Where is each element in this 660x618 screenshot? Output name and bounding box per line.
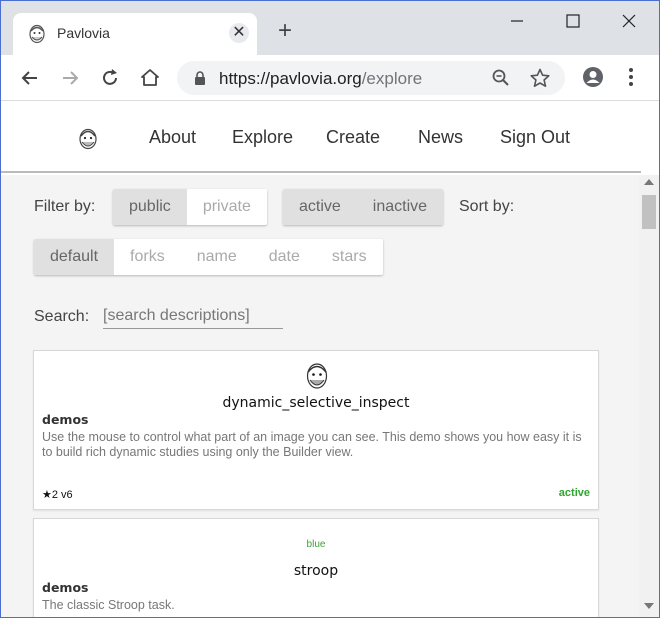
project-group: demos: [42, 580, 89, 595]
status-filter-group: active inactive: [283, 189, 444, 225]
project-group: demos: [42, 412, 89, 427]
back-icon[interactable]: [19, 67, 41, 89]
lock-icon[interactable]: [193, 70, 207, 86]
close-tab-icon[interactable]: ✕: [229, 23, 249, 43]
filter-public-button[interactable]: public: [113, 189, 187, 225]
maximize-icon[interactable]: [561, 9, 585, 33]
zoom-out-icon[interactable]: [491, 68, 511, 88]
forward-icon[interactable]: [59, 67, 81, 89]
search-label: Search:: [34, 308, 90, 325]
pavlovia-logo-icon[interactable]: [77, 127, 99, 151]
scroll-down-arrow-icon[interactable]: [644, 603, 654, 609]
address-bar[interactable]: https://pavlovia.org/explore: [177, 61, 565, 95]
project-description: Use the mouse to control what part of an…: [42, 430, 582, 459]
filter-active-button[interactable]: active: [283, 189, 357, 225]
account-icon[interactable]: [581, 65, 605, 89]
sort-forks-button[interactable]: forks: [114, 239, 181, 275]
sort-name-button[interactable]: name: [180, 239, 253, 275]
browser-toolbar: https://pavlovia.org/explore: [1, 55, 659, 101]
nav-sign-out[interactable]: Sign Out: [500, 127, 570, 148]
url-path: /explore: [361, 69, 423, 88]
search-input[interactable]: [103, 303, 283, 329]
project-description: The classic Stroop task.: [42, 598, 175, 612]
nav-explore[interactable]: Explore: [232, 127, 293, 148]
project-title[interactable]: dynamic_selective_inspect: [34, 395, 598, 411]
new-tab-icon[interactable]: +: [273, 19, 297, 43]
menu-dots-icon[interactable]: [621, 65, 641, 89]
sort-default-button[interactable]: default: [34, 239, 115, 275]
browser-window: Pavlovia ✕ + https://pavlovia.org/explor…: [0, 0, 660, 618]
tab-title: Pavlovia: [57, 25, 110, 41]
window-close-icon[interactable]: [617, 9, 641, 33]
filter-label: Filter by:: [34, 198, 96, 215]
url-text[interactable]: https://pavlovia.org/explore: [219, 69, 422, 89]
tab-pavlovia[interactable]: Pavlovia ✕: [13, 13, 257, 55]
filter-private-button[interactable]: private: [186, 189, 267, 225]
pavlovia-favicon-icon: [29, 24, 45, 44]
project-card[interactable]: dynamic_selective_inspect demos Use the …: [33, 350, 599, 510]
url-host: https://pavlovia.org: [219, 69, 362, 88]
tab-strip: Pavlovia ✕ +: [1, 1, 659, 55]
nav-about[interactable]: About: [149, 127, 196, 148]
minimize-icon[interactable]: [505, 9, 529, 33]
pavlov-face-icon: [306, 363, 328, 389]
project-stars: ★2: [42, 489, 58, 501]
sort-label: Sort by:: [459, 198, 515, 215]
scroll-up-arrow-icon[interactable]: [644, 179, 654, 185]
project-version: v6: [61, 489, 73, 501]
project-meta: ★2 v6: [42, 488, 73, 501]
bookmark-star-icon[interactable]: [529, 67, 551, 89]
reload-icon[interactable]: [99, 67, 121, 89]
filter-inactive-button[interactable]: inactive: [356, 189, 444, 225]
nav-news[interactable]: News: [418, 127, 463, 148]
home-icon[interactable]: [139, 67, 161, 89]
explore-content: Filter by: public private active inactiv…: [1, 175, 639, 617]
sort-date-button[interactable]: date: [252, 239, 316, 275]
project-tag: blue: [306, 539, 326, 550]
scrollbar-thumb[interactable]: [642, 195, 656, 229]
project-title[interactable]: stroop: [34, 563, 598, 579]
sort-group: default forks name date stars: [34, 239, 383, 275]
status-badge: active: [558, 487, 590, 499]
visibility-filter-group: public private: [113, 189, 267, 225]
page-scrollbar[interactable]: [639, 175, 659, 617]
nav-create[interactable]: Create: [326, 127, 380, 148]
project-card[interactable]: blue stroop demos The classic Stroop tas…: [33, 518, 599, 617]
site-nav: About Explore Create News Sign Out: [1, 101, 641, 173]
sort-stars-button[interactable]: stars: [315, 239, 383, 275]
